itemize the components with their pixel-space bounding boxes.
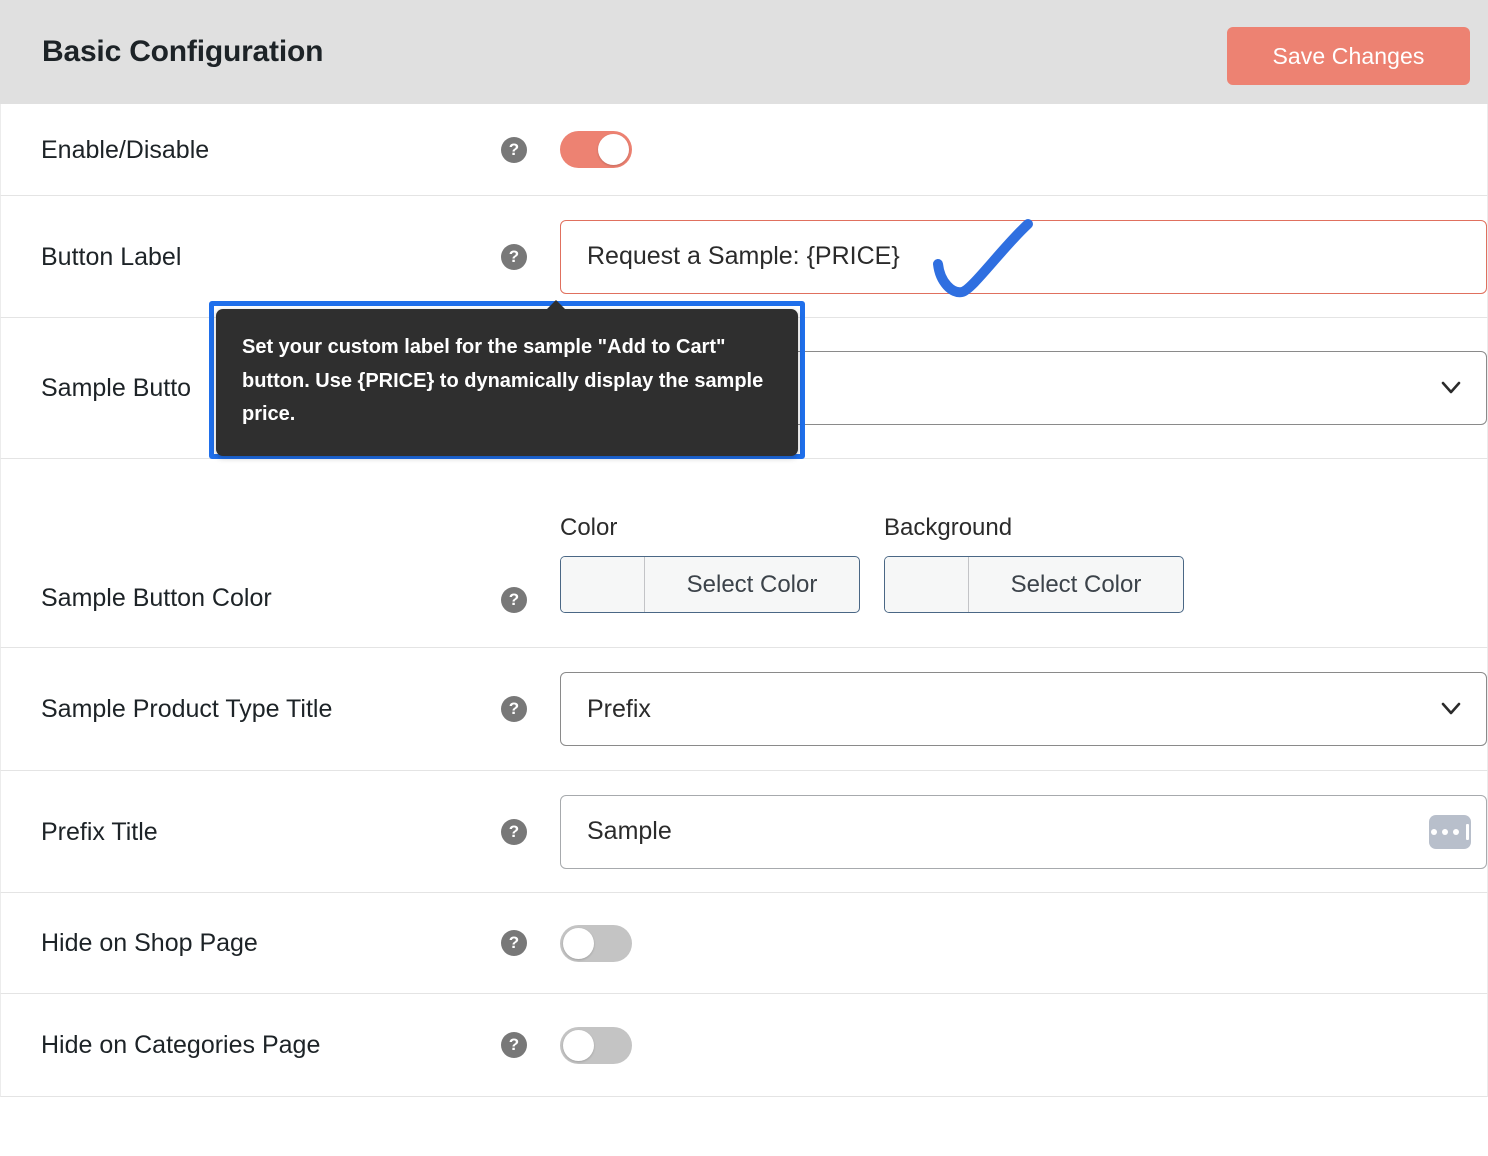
cursor-bar — [1466, 823, 1469, 840]
dot — [1431, 828, 1437, 835]
color-field-background: Background Select Color — [884, 516, 1184, 613]
tooltip-button-label: Set your custom label for the sample "Ad… — [216, 300, 798, 456]
product-type-title-select[interactable]: Prefix — [560, 672, 1487, 746]
select-color-button-color[interactable]: Select Color — [560, 556, 860, 613]
control-sample-product-type-title: Prefix — [560, 672, 1487, 746]
help-icon-hide-on-shop-page[interactable]: ? — [501, 930, 527, 956]
row-hide-on-categories-page: Hide on Categories Page ? — [0, 994, 1488, 1097]
row-sample-button-color: Sample Button Color ? Color Select Color… — [0, 459, 1488, 648]
label-enable-disable: Enable/Disable — [41, 135, 210, 164]
help-icon-hide-on-categories-page[interactable]: ? — [501, 1032, 527, 1058]
color-swatch-color — [561, 557, 645, 612]
tooltip-arrow — [546, 300, 566, 310]
control-hide-on-categories-page — [560, 1026, 1487, 1064]
color-swatch-background — [885, 557, 969, 612]
control-sample-button-color: Color Select Color Background Select Col… — [560, 516, 1487, 613]
toggle-knob — [563, 927, 594, 959]
toggle-knob — [598, 134, 629, 165]
page-title: Basic Configuration — [42, 35, 324, 68]
help-icon-prefix-title[interactable]: ? — [501, 818, 527, 845]
row-button-label: Button Label ? — [0, 196, 1488, 318]
help-icon-sample-button-color[interactable]: ? — [501, 587, 527, 613]
label-hide-on-categories-page: Hide on Categories Page — [41, 1031, 321, 1059]
panel-header: Basic Configuration Save Changes — [0, 0, 1488, 104]
toggle-knob — [563, 1029, 594, 1061]
label-hide-on-shop-page: Hide on Shop Page — [41, 929, 258, 957]
label-sample-product-type-title: Sample Product Type Title — [41, 695, 333, 723]
control-enable-disable — [560, 131, 1487, 168]
color-picker-group: Color Select Color Background Select Col… — [560, 516, 1184, 613]
dot — [1453, 828, 1459, 835]
help-icon-enable-disable[interactable]: ? — [501, 136, 527, 163]
dot — [1442, 828, 1448, 835]
label-sample-button-color: Sample Button Color — [41, 584, 272, 612]
label-prefix-title: Prefix Title — [41, 817, 158, 846]
help-icon-sample-product-type-title[interactable]: ? — [501, 696, 527, 722]
save-changes-button[interactable]: Save Changes — [1227, 27, 1470, 85]
help-icon-button-label[interactable]: ? — [501, 243, 527, 270]
toggle-hide-on-categories-page[interactable] — [560, 1026, 632, 1064]
tooltip-text: Set your custom label for the sample "Ad… — [242, 336, 764, 426]
select-color-button-background[interactable]: Select Color — [884, 556, 1184, 613]
control-button-label — [560, 219, 1487, 294]
control-hide-on-shop-page — [560, 924, 1487, 962]
toggle-hide-on-shop-page[interactable] — [560, 924, 632, 962]
product-type-title-value: Prefix — [587, 694, 651, 723]
button-label-input[interactable] — [560, 219, 1487, 294]
prefix-title-input-wrap — [560, 794, 1487, 869]
toggle-enable-disable[interactable] — [560, 131, 632, 168]
row-enable-disable: Enable/Disable ? — [0, 104, 1488, 196]
color-field-color: Color Select Color — [560, 516, 860, 613]
row-sample-product-type-title: Sample Product Type Title ? Prefix — [0, 648, 1488, 771]
settings-rows: Enable/Disable ? Button Label ? Sample B… — [0, 104, 1488, 1097]
caption-color: Color — [560, 514, 618, 541]
row-prefix-title: Prefix Title ? — [0, 771, 1488, 893]
select-color-label-color: Select Color — [686, 570, 818, 598]
ellipsis-icon[interactable] — [1429, 814, 1471, 849]
product-type-title-select-wrap: Prefix — [560, 672, 1487, 746]
caption-background: Background — [884, 514, 1013, 541]
select-color-label-background: Select Color — [1010, 570, 1142, 598]
settings-page: Basic Configuration Save Changes Enable/… — [0, 0, 1488, 1156]
control-prefix-title — [560, 794, 1487, 869]
row-hide-on-shop-page: Hide on Shop Page ? — [0, 893, 1488, 994]
label-button-label: Button Label — [41, 242, 182, 271]
prefix-title-input[interactable] — [560, 794, 1487, 869]
